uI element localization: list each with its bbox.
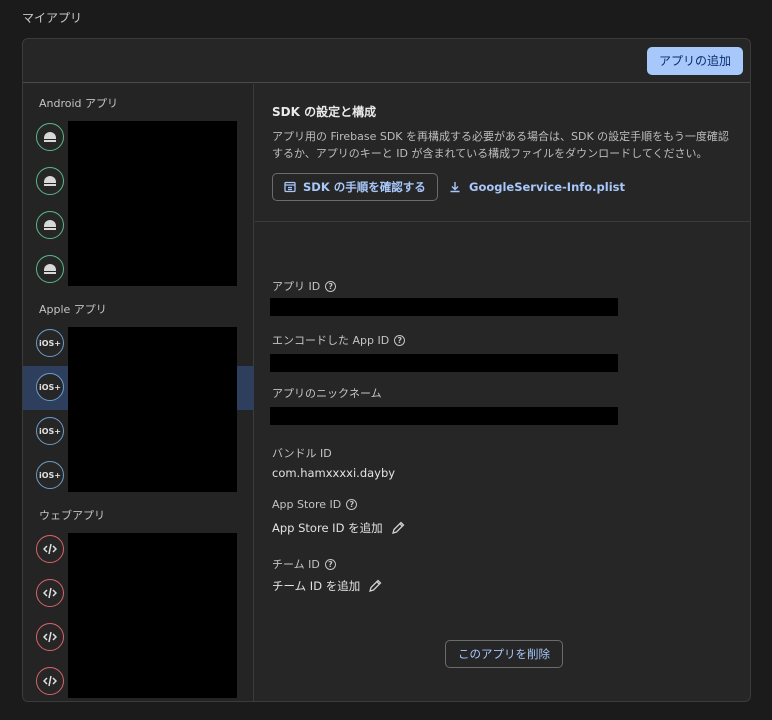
app-sidebar: Android アプリ Apple アプリ iOS+ iOS+ iOS+ iOS… — [23, 84, 254, 701]
android-section-title: Android アプリ — [39, 97, 119, 110]
download-config-label: GoogleService-Info.plist — [469, 180, 625, 194]
download-config-link[interactable]: GoogleService-Info.plist — [449, 173, 625, 201]
sdk-steps-label: SDK の手順を確認する — [303, 180, 426, 194]
help-icon[interactable]: ? — [325, 280, 337, 292]
download-icon — [450, 182, 460, 193]
app-store-id-label-text: App Store ID — [272, 498, 342, 511]
app-detail-panel: SDK の設定と構成 アプリ用の Firebase SDK を再構成する必要があ… — [255, 84, 750, 701]
help-icon[interactable]: ? — [394, 334, 406, 346]
code-icon — [36, 579, 64, 607]
redacted-app-id — [270, 298, 618, 316]
android-icon — [36, 211, 64, 239]
apple-section-title: Apple アプリ — [39, 303, 107, 316]
add-app-store-id[interactable]: App Store ID を追加 — [272, 520, 405, 536]
android-icon — [36, 167, 64, 195]
ios-icon: iOS+ — [36, 461, 64, 489]
redacted-encoded-app-id — [270, 354, 618, 372]
nickname-label: アプリのニックネーム — [272, 385, 382, 401]
code-icon — [36, 535, 64, 563]
page-title: マイアプリ — [22, 11, 83, 25]
code-icon — [36, 667, 64, 695]
redacted-web-names — [68, 533, 237, 698]
app-id-label-text: アプリ ID — [272, 280, 321, 293]
apps-card: アプリの追加 Android アプリ Apple アプリ iOS+ iOS+ i… — [22, 38, 751, 702]
help-icon[interactable]: ? — [346, 499, 358, 510]
sdk-description: アプリ用の Firebase SDK を再構成する必要がある場合は、SDK の設… — [272, 130, 729, 160]
sdk-section-title: SDK の設定と構成 — [272, 105, 377, 119]
ios-icon: iOS+ — [36, 373, 64, 401]
team-id-label: チーム ID ? — [272, 556, 336, 572]
instructions-icon — [284, 181, 296, 193]
app-id-label: アプリ ID ? — [272, 278, 337, 294]
bundle-id-label-text: バンドル ID — [272, 447, 332, 460]
add-app-store-id-label: App Store ID を追加 — [272, 521, 383, 535]
code-icon — [36, 623, 64, 651]
encoded-app-id-label-text: エンコードした App ID — [272, 334, 390, 347]
delete-app-button[interactable]: このアプリを削除 — [445, 640, 563, 668]
add-team-id[interactable]: チーム ID を追加 — [272, 578, 382, 594]
redacted-android-names — [68, 121, 237, 286]
pencil-icon[interactable] — [368, 579, 382, 593]
android-icon — [36, 255, 64, 283]
redacted-ios-names — [68, 327, 237, 492]
help-icon[interactable]: ? — [324, 558, 336, 570]
card-header: アプリの追加 — [23, 39, 750, 83]
app-store-id-label: App Store ID ? — [272, 498, 358, 511]
bundle-id-value: com.hamxxxxi.dayby — [272, 466, 396, 480]
ios-icon: iOS+ — [36, 329, 64, 357]
web-section-title: ウェブアプリ — [39, 509, 105, 522]
android-icon — [36, 123, 64, 151]
bundle-id-label: バンドル ID — [272, 445, 332, 461]
add-team-id-label: チーム ID を追加 — [272, 579, 361, 593]
encoded-app-id-label: エンコードした App ID ? — [272, 332, 406, 348]
redacted-nickname — [270, 407, 618, 425]
pencil-icon[interactable] — [391, 521, 405, 535]
section-divider — [255, 221, 750, 222]
sdk-steps-button[interactable]: SDK の手順を確認する — [272, 173, 438, 201]
add-app-button[interactable]: アプリの追加 — [646, 47, 743, 75]
ios-icon: iOS+ — [36, 417, 64, 445]
team-id-label-text: チーム ID — [272, 558, 320, 571]
nickname-label-text: アプリのニックネーム — [272, 387, 382, 400]
